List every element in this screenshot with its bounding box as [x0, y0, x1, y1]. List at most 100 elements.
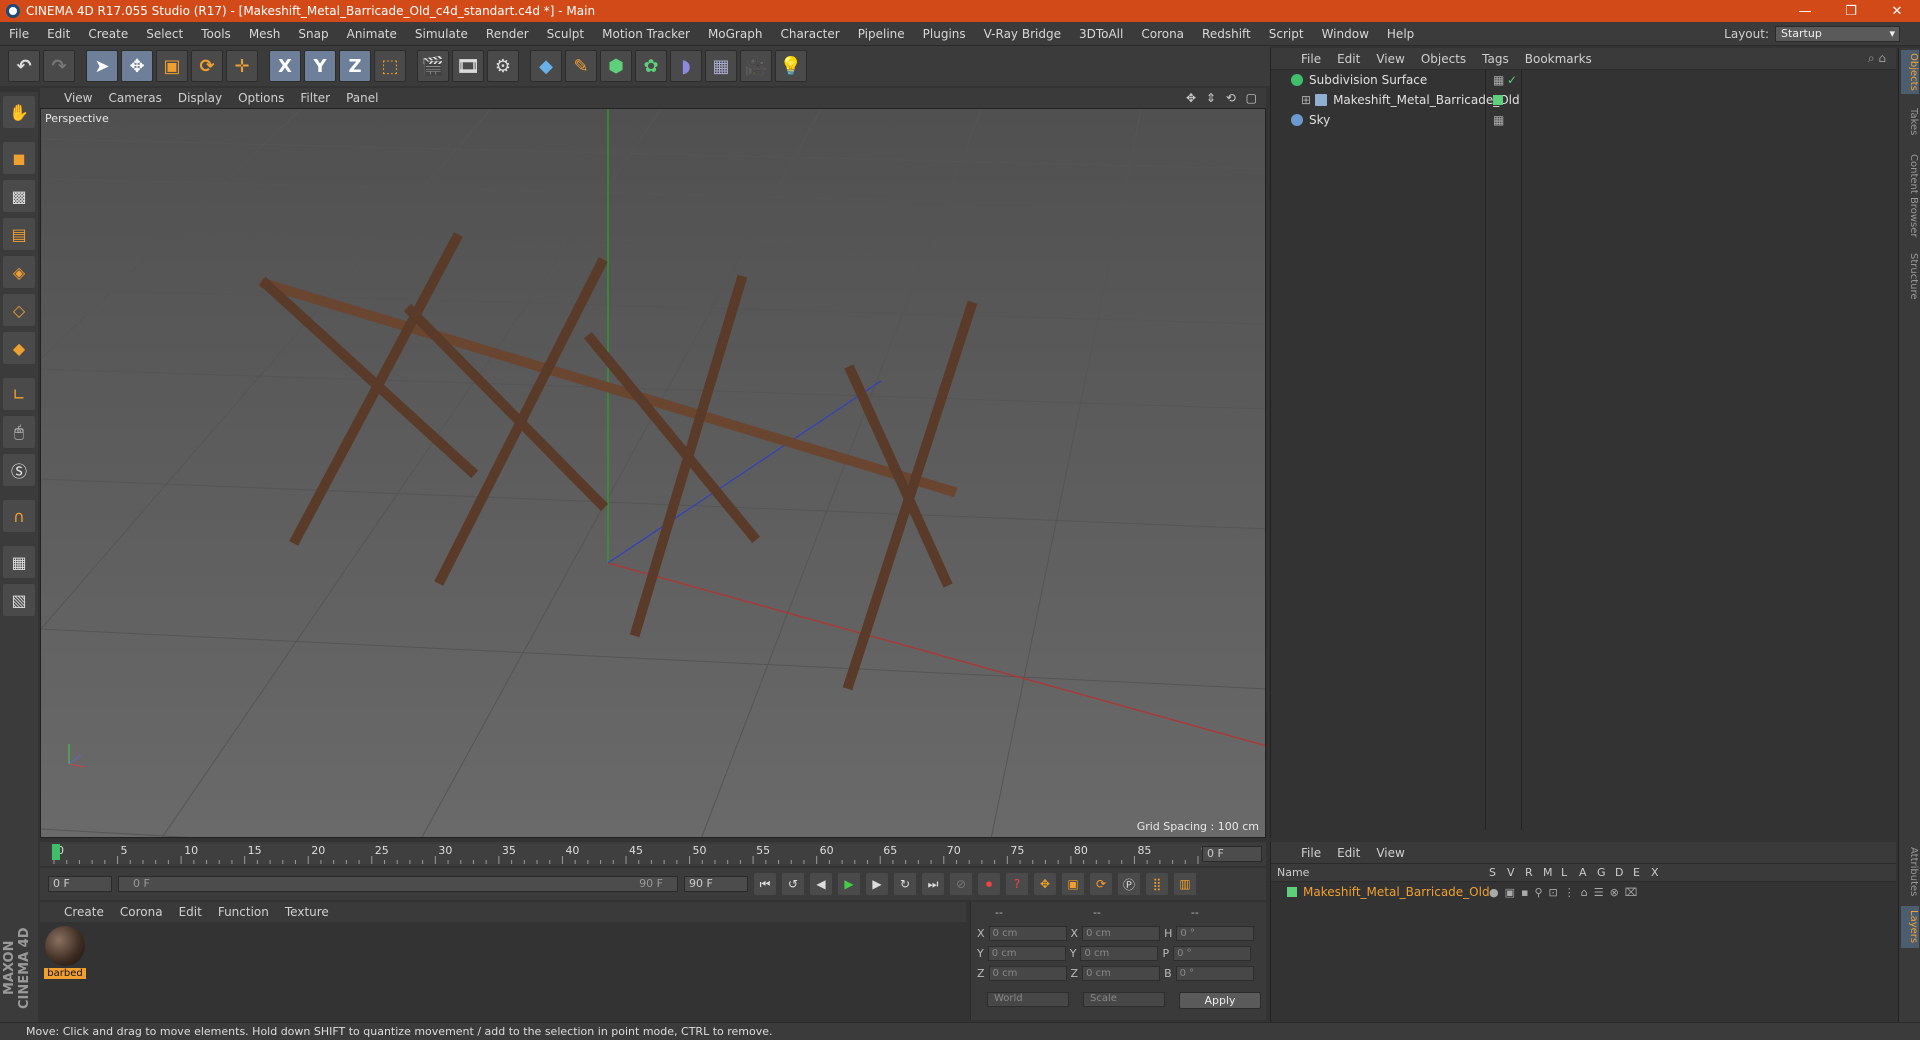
- position-x-field[interactable]: 0 cm: [988, 926, 1067, 941]
- tab-layers[interactable]: Layers: [1901, 906, 1919, 948]
- rotation-h-field[interactable]: 0 °: [1176, 926, 1255, 941]
- menu-mesh[interactable]: Mesh: [240, 27, 290, 41]
- menu-snap[interactable]: Snap: [289, 27, 337, 41]
- menu-vray-bridge[interactable]: V-Ray Bridge: [975, 27, 1070, 41]
- menu-create[interactable]: Create: [79, 27, 137, 41]
- menu-corona[interactable]: Corona: [1132, 27, 1193, 41]
- enabled-check-icon[interactable]: ✓: [1507, 73, 1517, 87]
- floor-icon[interactable]: ▦: [705, 50, 737, 82]
- go-to-end-icon[interactable]: ⏭: [922, 873, 944, 895]
- layer-color-icon[interactable]: [1493, 95, 1503, 105]
- tab-attributes[interactable]: Attributes: [1901, 842, 1919, 902]
- edges-mode-icon[interactable]: ◇: [3, 294, 35, 326]
- layer-toggle-icons[interactable]: ●▣▪⚲⊡⋮⌂☰⊗⌧: [1489, 886, 1643, 899]
- expand-icon[interactable]: ⊞: [1301, 93, 1311, 107]
- previous-key-icon[interactable]: ↺: [782, 873, 804, 895]
- rotate-icon[interactable]: ⟳: [191, 50, 223, 82]
- material-menu-function[interactable]: Function: [210, 905, 277, 919]
- apply-button[interactable]: Apply: [1179, 992, 1261, 1009]
- menu-3dtoall[interactable]: 3DToAll: [1070, 27, 1132, 41]
- redo-icon[interactable]: ↷: [43, 50, 75, 82]
- material-menu-create[interactable]: Create: [56, 905, 112, 919]
- start-frame-field[interactable]: 0 F: [48, 876, 112, 892]
- tab-content-browser[interactable]: Content Browser: [1901, 148, 1919, 244]
- tab-structure[interactable]: Structure: [1901, 248, 1919, 304]
- sculpt-mode-icon[interactable]: ✋: [3, 96, 35, 128]
- material-menu-edit[interactable]: Edit: [171, 905, 210, 919]
- size-x-field[interactable]: 0 cm: [1082, 926, 1161, 941]
- menu-edit[interactable]: Edit: [38, 27, 79, 41]
- object-row[interactable]: Sky ▦: [1271, 110, 1896, 130]
- polygons-mode-icon[interactable]: ◆: [3, 332, 35, 364]
- current-frame-field[interactable]: 0 F: [1202, 846, 1262, 862]
- menu-motion-tracker[interactable]: Motion Tracker: [593, 27, 699, 41]
- record-key-icon[interactable]: ⏺: [978, 873, 1000, 895]
- viewport-menu-panel[interactable]: Panel: [338, 91, 386, 105]
- menu-help[interactable]: Help: [1378, 27, 1423, 41]
- camera-icon[interactable]: 🎥: [740, 50, 772, 82]
- planar-workplane-icon[interactable]: ▧: [3, 584, 35, 616]
- next-key-icon[interactable]: ↻: [894, 873, 916, 895]
- menu-simulate[interactable]: Simulate: [406, 27, 477, 41]
- layout-dropdown[interactable]: Startup: [1775, 25, 1900, 42]
- object-row[interactable]: Subdivision Surface ▦ ✓: [1271, 70, 1896, 90]
- key-pla-icon[interactable]: ⣿: [1146, 873, 1168, 895]
- key-parameter-icon[interactable]: Ⓟ: [1118, 873, 1140, 895]
- previous-frame-icon[interactable]: ◀: [810, 873, 832, 895]
- timeline-window-icon[interactable]: ▥: [1174, 873, 1196, 895]
- playhead-marker[interactable]: [52, 844, 60, 860]
- end-frame-field[interactable]: 90 F: [684, 876, 748, 892]
- z-axis-button[interactable]: Z: [339, 50, 371, 82]
- menu-tools[interactable]: Tools: [192, 27, 240, 41]
- undo-icon[interactable]: ↶: [8, 50, 40, 82]
- restore-button[interactable]: ❐: [1828, 4, 1874, 19]
- deformer-icon[interactable]: ◗: [670, 50, 702, 82]
- close-button[interactable]: ✕: [1874, 4, 1920, 19]
- tab-takes[interactable]: Takes: [1901, 104, 1919, 140]
- render-picture-viewer-icon[interactable]: 🎞: [452, 50, 484, 82]
- coordinate-system-icon[interactable]: ⬚: [374, 50, 406, 82]
- objects-menu-objects[interactable]: Objects: [1413, 52, 1474, 66]
- light-icon[interactable]: 💡: [775, 50, 807, 82]
- viewport-menu-filter[interactable]: Filter: [292, 91, 338, 105]
- menu-script[interactable]: Script: [1260, 27, 1313, 41]
- go-to-start-icon[interactable]: ⏮: [754, 873, 776, 895]
- y-axis-button[interactable]: Y: [304, 50, 336, 82]
- viewport-menu-display[interactable]: Display: [170, 91, 230, 105]
- visibility-dots-icon[interactable]: ▦: [1493, 73, 1504, 87]
- x-axis-button[interactable]: X: [269, 50, 301, 82]
- viewport-menu-view[interactable]: View: [56, 91, 100, 105]
- play-icon[interactable]: ▶: [838, 873, 860, 895]
- position-z-field[interactable]: 0 cm: [988, 966, 1067, 981]
- cloner-icon[interactable]: ✿: [635, 50, 667, 82]
- timeline-ruler[interactable]: 051015202530354045505560657075808590 0 F: [40, 842, 1266, 866]
- scale-icon[interactable]: ▣: [156, 50, 188, 82]
- search-icon[interactable]: ⌕ ⌂: [1868, 51, 1896, 66]
- magnet-icon[interactable]: ∩: [3, 500, 35, 532]
- points-mode-icon[interactable]: ◈: [3, 256, 35, 288]
- next-frame-icon[interactable]: ▶: [866, 873, 888, 895]
- objects-menu-edit[interactable]: Edit: [1329, 52, 1368, 66]
- object-row[interactable]: ⊞ Makeshift_Metal_Barricade_Old: [1271, 90, 1896, 110]
- objects-menu-bookmarks[interactable]: Bookmarks: [1517, 52, 1600, 66]
- key-position-icon[interactable]: ✥: [1034, 873, 1056, 895]
- size-z-field[interactable]: 0 cm: [1082, 966, 1161, 981]
- select-arrow-icon[interactable]: ➤: [86, 50, 118, 82]
- frame-range-slider[interactable]: 0 F 90 F: [118, 876, 678, 892]
- objects-menu-view[interactable]: View: [1368, 52, 1412, 66]
- minimize-button[interactable]: —: [1782, 4, 1828, 19]
- axis-mode-icon[interactable]: ∟: [3, 378, 35, 410]
- texture-mode-icon[interactable]: ▩: [3, 180, 35, 212]
- key-scale-icon[interactable]: ▣: [1062, 873, 1084, 895]
- material-menu-corona[interactable]: Corona: [112, 905, 171, 919]
- rotation-b-field[interactable]: 0 °: [1175, 966, 1254, 981]
- transform-icon[interactable]: ✛: [226, 50, 258, 82]
- material-item[interactable]: barbed: [44, 926, 86, 979]
- perspective-viewport[interactable]: Perspective Grid Spacing : 100 cm: [40, 108, 1266, 838]
- layers-menu-edit[interactable]: Edit: [1329, 846, 1368, 860]
- menu-file[interactable]: File: [0, 27, 38, 41]
- layer-color-icon[interactable]: [1287, 887, 1297, 897]
- subdivision-icon[interactable]: ⬢: [600, 50, 632, 82]
- coordinate-mode-dropdown[interactable]: World: [987, 992, 1069, 1007]
- menu-render[interactable]: Render: [477, 27, 538, 41]
